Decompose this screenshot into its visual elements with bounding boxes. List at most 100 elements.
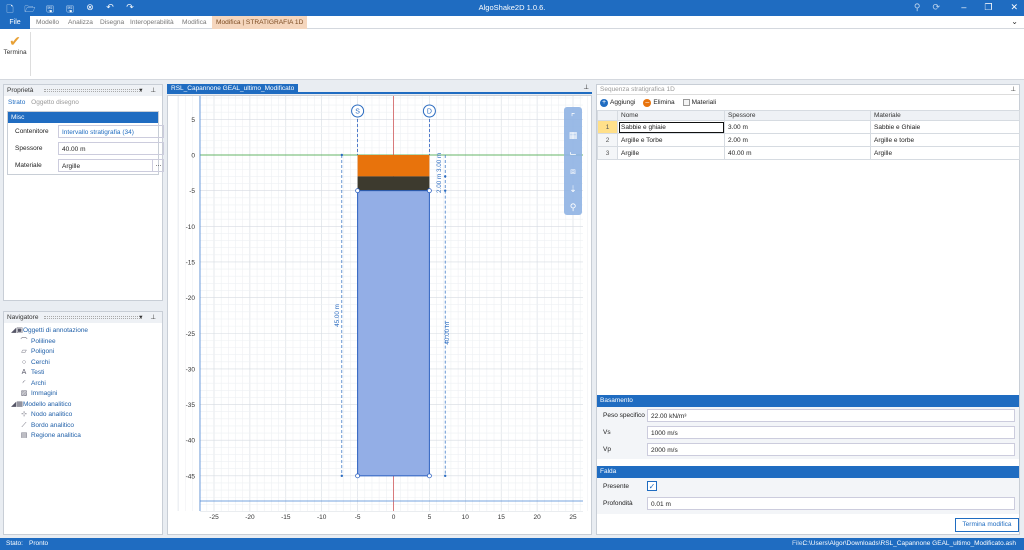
navigator-item[interactable]: ⟋ Bordo analitico bbox=[7, 421, 159, 432]
tab-modifica[interactable]: Modifica bbox=[182, 16, 207, 29]
layer-argille-selected[interactable] bbox=[357, 190, 430, 477]
vertex-handle[interactable] bbox=[426, 473, 432, 479]
x-tick-label: 10 bbox=[462, 514, 470, 521]
x-tick-label: -5 bbox=[355, 514, 361, 521]
navigator-item[interactable]: ◢▦ Modello analitico bbox=[7, 400, 159, 411]
cell-thickness[interactable]: 3.00 m bbox=[724, 120, 871, 134]
vertex-handle[interactable] bbox=[426, 188, 432, 194]
navigator-item-label: Archi bbox=[31, 379, 46, 387]
cell-material[interactable]: Sabbie e Ghiaie bbox=[870, 120, 1020, 134]
cell-material[interactable]: Argille e torbe bbox=[870, 133, 1020, 147]
layer-argille-torbe[interactable] bbox=[357, 176, 430, 191]
navigator-item[interactable]: ⊹ Nodo analitico bbox=[7, 410, 159, 421]
spessore-field[interactable]: 40.00 m bbox=[58, 142, 164, 155]
subtab-strato[interactable]: Strato bbox=[8, 99, 25, 106]
file-path: C:\Users\Algor\Downloads\RSL_Capannone G… bbox=[802, 540, 1016, 547]
y-tick-label: -35 bbox=[186, 402, 196, 409]
sequence-header: Sequenza stratigrafica 1D ⊥ bbox=[597, 85, 1019, 95]
table-row[interactable]: 3 Argille 40.00 m Argille bbox=[597, 146, 1020, 160]
drawing-canvas[interactable]: 5 0 -5 -10 -15 -20 -25 -30 -35 -40 -45 -25 -20 -15 -10… bbox=[167, 95, 592, 535]
subtab-oggetto-disegno[interactable]: Oggetto disegno bbox=[31, 99, 79, 106]
materials-icon bbox=[682, 99, 690, 106]
navigator-item[interactable]: ◢▣ Oggetti di annotazione bbox=[7, 326, 159, 337]
pin-icon[interactable]: ⊥ bbox=[583, 83, 589, 91]
navigator-item[interactable]: ▨ Immagini bbox=[7, 389, 159, 400]
navigator-item-label: Cerchi bbox=[31, 358, 50, 366]
col-spessore[interactable]: Spessore bbox=[724, 110, 871, 121]
materiale-browse-button[interactable]: ... bbox=[152, 159, 164, 172]
cell-thickness[interactable]: 40.00 m bbox=[724, 146, 871, 160]
materials-button[interactable]: Materiali bbox=[682, 99, 717, 106]
close-icon[interactable]: ✕ bbox=[1010, 2, 1018, 13]
termina-modifica-button[interactable]: Termina modifica bbox=[955, 518, 1019, 532]
tab-context-stratigrafia[interactable]: Modifica | STRATIGRAFIA 1D bbox=[212, 16, 308, 29]
node-icon: ⊹ bbox=[21, 411, 27, 418]
y-tick-label: -40 bbox=[186, 438, 196, 445]
x-tick-label: 0 bbox=[392, 514, 396, 521]
zoom-icon[interactable]: ⚲ bbox=[570, 203, 577, 213]
tab-analizza[interactable]: Analizza bbox=[68, 16, 93, 29]
navigator-item[interactable]: A Testi bbox=[7, 368, 159, 379]
termina-button[interactable]: ✔ Termina bbox=[3, 33, 27, 56]
table-row[interactable]: 1 Sabbie e ghiaie 3.00 m Sabbie e Ghiaie bbox=[597, 120, 1020, 134]
chevron-down-icon[interactable]: ⌄ bbox=[1011, 17, 1018, 26]
peso-specifico-field[interactable]: 22.00 kN/m³ bbox=[647, 409, 1015, 422]
zoom-extents-icon[interactable]: ⌜ bbox=[571, 113, 575, 123]
stratigraphy-drawing[interactable]: 5 0 -5 -10 -15 -20 -25 -30 -35 -40 -45 -25 -20 -15 -10… bbox=[168, 96, 592, 535]
tab-disegna[interactable]: Disegna bbox=[100, 16, 124, 29]
vs-field[interactable]: 1000 m/s bbox=[647, 426, 1015, 439]
snap-icon[interactable]: ⌙ bbox=[569, 149, 577, 159]
dimension-tick bbox=[443, 474, 447, 478]
vertex-handle[interactable] bbox=[355, 473, 361, 479]
pan-down-icon[interactable]: ⇣ bbox=[569, 185, 577, 195]
search-icon[interactable]: ⚲ bbox=[914, 2, 921, 13]
status-bar: Stato: Pronto File: C:\Users\Algor\Downl… bbox=[0, 538, 1024, 550]
properties-header: Proprietà ▾ ⊥ bbox=[4, 85, 162, 96]
pin-icon[interactable]: ▾ ⊥ bbox=[139, 312, 159, 323]
panel-grip[interactable] bbox=[44, 316, 142, 319]
navigator-item[interactable]: ◜ Archi bbox=[7, 379, 159, 390]
dimension-tick bbox=[340, 474, 344, 478]
field-label: Vs bbox=[603, 429, 611, 436]
navigator-item[interactable]: ▱ Poligoni bbox=[7, 347, 159, 358]
y-tick-label: -15 bbox=[186, 259, 196, 266]
add-layer-button[interactable]: + Aggiungi bbox=[600, 98, 635, 107]
field-label: Presente bbox=[603, 483, 630, 490]
materials-label: Materiali bbox=[691, 99, 717, 106]
navigator-item[interactable]: ⌒ Polilinee bbox=[7, 337, 159, 348]
marker-right-label: D bbox=[427, 109, 432, 116]
profondita-field[interactable]: 0.01 m bbox=[647, 497, 1015, 510]
pin-icon[interactable]: ⊥ bbox=[1010, 85, 1016, 95]
navigator-item[interactable]: ▤ Regione analitica bbox=[7, 431, 159, 442]
table-row[interactable]: 2 Argille e Torbe 2.00 m Argille e torbe bbox=[597, 133, 1020, 147]
materiale-field[interactable]: Argille bbox=[58, 159, 164, 172]
col-materiale[interactable]: Materiale bbox=[870, 110, 1020, 121]
cell-material[interactable]: Argille bbox=[870, 146, 1020, 160]
presente-checkbox[interactable]: ✓ bbox=[647, 481, 657, 491]
tab-file[interactable]: File bbox=[0, 16, 30, 29]
cell-name[interactable]: Argille bbox=[617, 146, 725, 160]
maximize-icon[interactable]: ❐ bbox=[984, 2, 992, 13]
delete-layer-button[interactable]: – Elimina bbox=[643, 98, 675, 107]
vertex-handle[interactable] bbox=[355, 188, 361, 194]
pin-icon[interactable]: ▾ ⊥ bbox=[139, 85, 159, 96]
col-nome[interactable]: Nome bbox=[617, 110, 725, 121]
grid-icon[interactable]: ▦ bbox=[569, 131, 578, 141]
navigator-item[interactable]: ○ Cerchi bbox=[7, 358, 159, 369]
cell-name[interactable]: Sabbie e ghiaie bbox=[617, 120, 725, 134]
cell-thickness[interactable]: 2.00 m bbox=[724, 133, 871, 147]
cell-name[interactable]: Argille e Torbe bbox=[617, 133, 725, 147]
minimize-icon[interactable]: – bbox=[961, 2, 966, 13]
layer-sabbie-ghiaie[interactable] bbox=[357, 155, 430, 177]
navigator-item-label: Nodo analitico bbox=[31, 411, 73, 418]
vp-field[interactable]: 2000 m/s bbox=[647, 443, 1015, 456]
tab-modello[interactable]: Modello bbox=[36, 16, 59, 29]
document-tab[interactable]: RSL_Capannone GEAL_ultimo_Modificato bbox=[167, 84, 299, 94]
x-tick-label: 25 bbox=[569, 514, 577, 521]
frame-icon[interactable]: ⧈ bbox=[570, 167, 576, 177]
tab-interoperabilita[interactable]: Interoperabilità bbox=[130, 16, 174, 29]
contenitore-field[interactable]: Intervallo stratigrafia (34) bbox=[58, 125, 164, 138]
refresh-icon[interactable]: ⟳ bbox=[932, 2, 940, 13]
row-number-header bbox=[597, 110, 618, 121]
panel-grip[interactable] bbox=[44, 89, 142, 92]
